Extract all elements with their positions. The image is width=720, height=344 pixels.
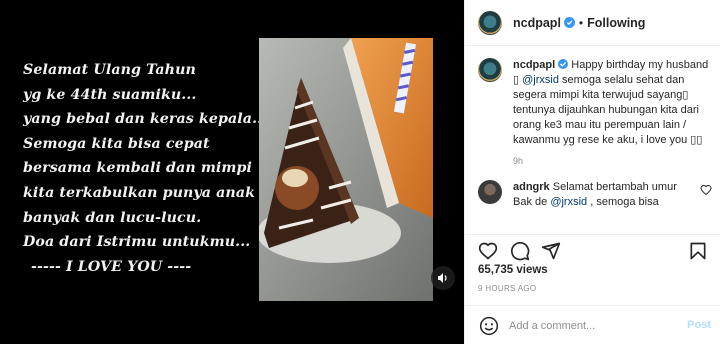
caption-time: 9h (513, 156, 524, 166)
poem-line: Semoga kita bisa cepat (23, 135, 210, 152)
avatar[interactable] (478, 10, 502, 35)
comment-body-rest: , semoga bisa (587, 196, 659, 208)
poem-line: ----- I LOVE YOU ---- (31, 258, 192, 275)
views-count[interactable]: 65,735 views (478, 264, 548, 276)
comment-row: adngrk Selamat bertambah umur Bak de @jr… (478, 180, 714, 210)
emoji-icon[interactable] (479, 316, 499, 336)
comment-text: adngrk Selamat bertambah umur Bak de @jr… (513, 180, 688, 210)
caption-text: ncdpapl Happy birthday my husband ▯ @jrx… (513, 58, 713, 148)
share-icon[interactable] (541, 241, 561, 261)
comment-input[interactable] (509, 317, 669, 335)
cake-video[interactable] (259, 38, 433, 301)
action-bar (465, 234, 720, 262)
header-separator: • (578, 15, 584, 30)
post-media: Selamat Ulang Tahun yg ke 44th suamiku..… (0, 0, 464, 344)
cake-video-frame (259, 38, 433, 301)
poem-line: yang bebal dan keras kepala.. (23, 111, 263, 128)
poem-line: Selamat Ulang Tahun (23, 62, 196, 78)
comment-icon[interactable] (510, 241, 530, 261)
poem-line: yg ke 44th suamiku... (23, 86, 197, 103)
caption-username[interactable]: ncdpapl (513, 59, 555, 71)
post-timestamp[interactable]: 9 HOURS AGO (478, 284, 536, 293)
comments-list: ncdpapl Happy birthday my husband ▯ @jrx… (478, 58, 714, 234)
birthday-poem-text: Selamat Ulang Tahun yg ke 44th suamiku..… (23, 58, 263, 279)
poem-line: bersama kembali dan mimpi (23, 160, 253, 177)
volume-icon (438, 273, 447, 283)
volume-button[interactable] (431, 266, 455, 290)
caption-avatar[interactable] (478, 58, 502, 82)
poem-line: banyak dan lucu-lucu. (23, 209, 202, 226)
bookmark-icon[interactable] (688, 241, 708, 261)
post-sidebar: ncdpapl • Following ncdpapl Happy birthd… (464, 0, 720, 344)
verified-icon (563, 17, 575, 28)
following-button[interactable]: Following (587, 16, 645, 30)
header-username[interactable]: ncdpapl (513, 16, 561, 30)
comment-username[interactable]: adngrk (513, 181, 550, 193)
post-button[interactable]: Post (687, 319, 711, 331)
heart-icon[interactable] (700, 184, 712, 196)
poem-line: kita terkabulkan punya anak (23, 184, 256, 201)
verified-icon (558, 59, 569, 69)
heart-icon[interactable] (478, 241, 498, 261)
avatar[interactable] (478, 180, 502, 204)
mention-link[interactable]: @jrxsid (522, 74, 559, 86)
post-header: ncdpapl • Following (465, 0, 720, 46)
mention-link[interactable]: @jrxsid (550, 196, 587, 208)
poem-line: Doa dari Istrimu untukmu... (23, 234, 251, 251)
caption: ncdpapl Happy birthday my husband ▯ @jrx… (478, 58, 714, 148)
add-comment-bar: Post (465, 305, 720, 344)
